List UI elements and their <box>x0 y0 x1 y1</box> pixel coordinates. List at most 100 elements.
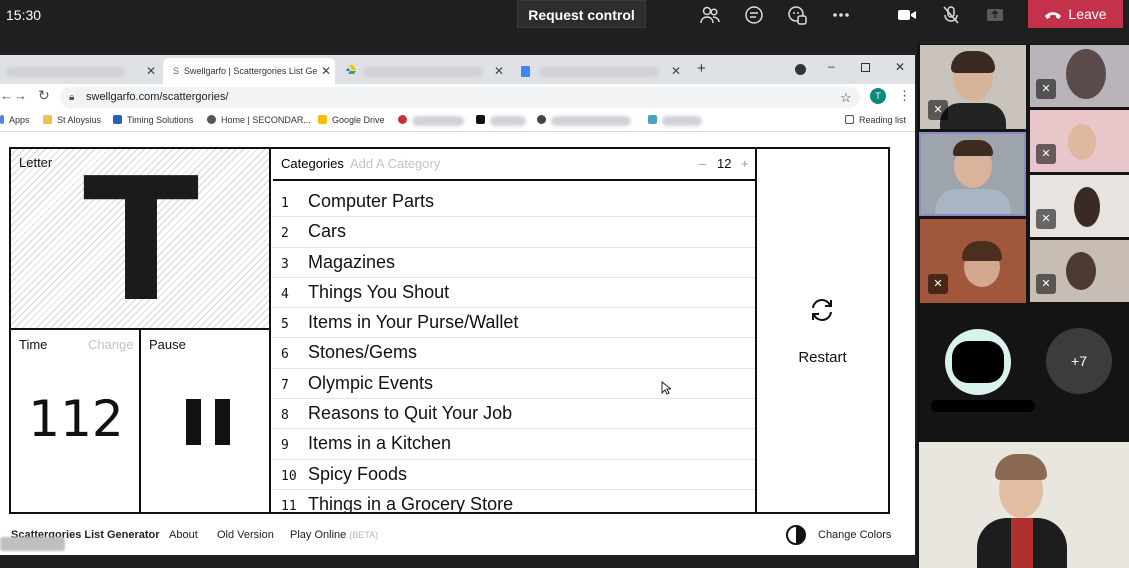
address-bar: ← → ↻ 🔒︎ swellgarfo.com/scattergories/ ☆… <box>0 84 915 110</box>
more-icon[interactable] <box>830 4 852 26</box>
participant-avatar[interactable] <box>945 329 1011 395</box>
url-field[interactable]: 🔒︎ swellgarfo.com/scattergories/ ☆ <box>60 87 860 108</box>
category-row: 10 Spicy Foods <box>273 460 755 490</box>
bookmark-star-icon[interactable]: ☆ <box>840 87 852 108</box>
share-icon[interactable] <box>984 4 1006 26</box>
pause-panel[interactable]: Pause <box>141 330 271 514</box>
meeting-clock: 15:30 <box>6 7 42 23</box>
leave-button[interactable]: Leave <box>1028 0 1123 28</box>
participant-video-tile[interactable]: ✕ <box>1030 110 1129 172</box>
close-tab-icon[interactable]: ✕ <box>146 58 156 84</box>
tab-swellgarfo[interactable]: S Swellgarfo | Scattergories List Ge ✕ <box>163 58 335 84</box>
category-list: 1 Computer Parts 2 Cars 3 Magazines 4 Things… <box>273 187 755 514</box>
current-letter[interactable]: T <box>71 151 211 331</box>
participant-video-tile[interactable]: ✕ <box>920 219 1026 303</box>
browser-menu-icon[interactable]: ⋮ <box>898 88 911 104</box>
tab-google-drive[interactable]: ✕ <box>338 58 508 84</box>
bookmark-google-drive[interactable]: Google Drive <box>318 115 385 125</box>
increase-count-button[interactable]: + <box>741 149 749 179</box>
bookmark-home-secondary[interactable]: Home | SECONDAR... <box>207 115 311 125</box>
forward-icon[interactable]: → <box>14 88 27 103</box>
participant-video-tile[interactable]: ✕ <box>1030 45 1129 107</box>
site-favicon-icon: S <box>173 66 180 76</box>
mic-off-icon: ✕ <box>1036 274 1056 294</box>
participant-video-tile[interactable]: ✕ <box>1030 240 1129 302</box>
reload-icon[interactable]: ↻ <box>38 87 50 104</box>
request-control-button[interactable]: Request control <box>517 0 646 28</box>
people-icon[interactable] <box>699 4 721 26</box>
pause-icon[interactable] <box>186 399 230 445</box>
docs-favicon-icon <box>521 66 530 78</box>
bookmarks-bar: Apps St Aloysius Timing Solutions Home |… <box>0 110 915 132</box>
bookmark-st-aloysius[interactable]: St Aloysius <box>43 115 101 125</box>
participant-video-tile[interactable]: ✕ <box>920 45 1026 129</box>
tab-blurred-1[interactable]: ✕ <box>0 58 160 84</box>
close-tab-icon[interactable]: ✕ <box>671 58 681 84</box>
categories-header: Categories Add A Category – 12 + <box>273 149 755 181</box>
meeting-toolbar: 15:30 Request control Leave <box>0 0 1129 30</box>
reading-list-button[interactable]: Reading list <box>845 115 906 125</box>
site-favicon-icon <box>476 115 485 124</box>
minimize-icon[interactable]: – <box>828 59 835 73</box>
time-label: Time <box>19 337 48 352</box>
profile-avatar[interactable]: T <box>870 88 886 104</box>
blurred-overlay <box>0 537 65 551</box>
reactions-icon[interactable] <box>786 4 808 26</box>
participants-panel: ✕ ✕ ✕ ✕ ✕ ✕ +7 <box>917 44 1129 568</box>
decrease-count-button[interactable]: – <box>699 149 706 179</box>
category-row: 1 Computer Parts <box>273 187 755 218</box>
close-tab-icon[interactable]: ✕ <box>494 58 504 84</box>
add-category-input[interactable]: Add A Category <box>350 149 440 179</box>
mic-off-icon[interactable] <box>940 4 962 26</box>
bookmark-apps[interactable]: Apps <box>0 115 30 125</box>
bookmark-blurred-2[interactable] <box>476 115 526 126</box>
mic-off-icon: ✕ <box>928 100 948 120</box>
change-colors-link[interactable]: Change Colors <box>818 529 891 541</box>
camera-icon[interactable] <box>896 4 918 26</box>
categories-label: Categories <box>281 156 344 171</box>
phone-icon <box>1044 1 1062 29</box>
bookmark-blurred-1[interactable] <box>398 115 464 126</box>
restart-button[interactable]: Restart <box>757 149 888 514</box>
contrast-icon[interactable] <box>786 525 806 545</box>
bookmark-blurred-3[interactable] <box>537 115 631 126</box>
site-footer: Scattergories List Generator About Old V… <box>0 521 915 551</box>
bookmark-blurred-4[interactable] <box>648 115 702 126</box>
window-close-icon[interactable]: ✕ <box>895 60 905 74</box>
change-time-link[interactable]: Change <box>88 337 134 352</box>
site-favicon-icon <box>537 115 546 124</box>
category-row: 2 Cars <box>273 217 755 248</box>
refresh-icon <box>807 297 837 328</box>
new-tab-icon[interactable]: + <box>697 60 706 77</box>
bookmark-timing-solutions[interactable]: Timing Solutions <box>113 115 193 125</box>
category-row: 8 Reasons to Quit Your Job <box>273 399 755 430</box>
about-link[interactable]: About <box>169 529 198 541</box>
site-favicon-icon <box>648 115 657 124</box>
old-version-link[interactable]: Old Version <box>217 529 274 541</box>
drive-favicon-icon <box>346 65 356 76</box>
leave-label: Leave <box>1068 6 1107 22</box>
chat-icon[interactable] <box>743 4 765 26</box>
participant-video-tile[interactable] <box>919 442 1129 568</box>
play-online-link[interactable]: Play Online (BETA) <box>290 529 378 541</box>
mic-off-icon: ✕ <box>1036 79 1056 99</box>
site-favicon-icon <box>398 115 407 124</box>
tab-google-docs[interactable]: ✕ <box>513 58 689 84</box>
tab-search-icon[interactable] <box>795 64 806 75</box>
site-favicon-icon <box>207 115 216 124</box>
participant-video-tile[interactable]: ✕ <box>1030 175 1129 237</box>
pause-label: Pause <box>149 337 186 352</box>
more-participants-button[interactable]: +7 <box>1046 328 1112 394</box>
active-speaker-tile[interactable] <box>919 132 1026 216</box>
reading-list-icon <box>845 115 854 124</box>
close-tab-icon[interactable]: ✕ <box>319 58 332 84</box>
category-row: 5 Items in Your Purse/Wallet <box>273 308 755 339</box>
participant-name-redacted <box>931 400 1035 412</box>
categories-panel: Categories Add A Category – 12 + 1 Comput… <box>273 149 757 514</box>
back-icon[interactable]: ← <box>0 88 13 103</box>
url-text: swellgarfo.com/scattergories/ <box>86 91 229 103</box>
drive-favicon-icon <box>318 115 327 124</box>
tab-strip: ✕ S Swellgarfo | Scattergories List Ge ✕ … <box>0 55 915 84</box>
restore-icon[interactable] <box>861 63 870 72</box>
mic-off-icon: ✕ <box>1036 209 1056 229</box>
